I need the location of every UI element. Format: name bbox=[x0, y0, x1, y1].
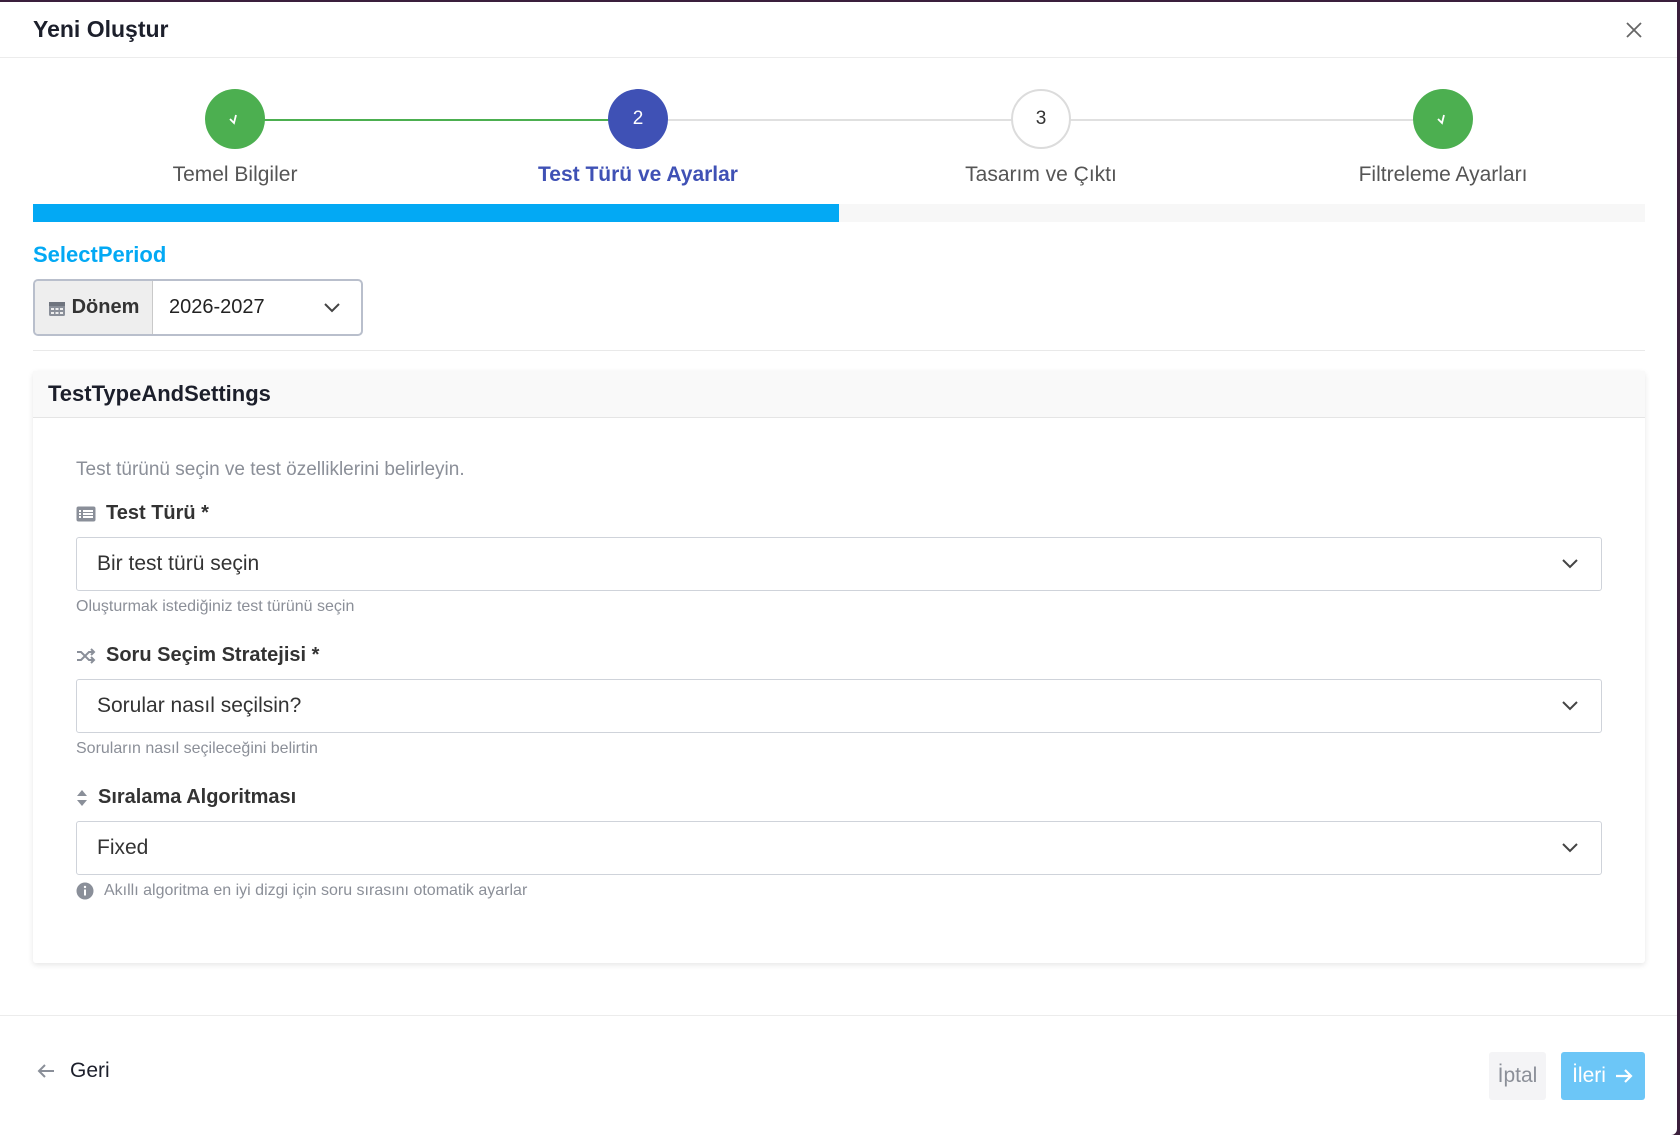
test-type-label-row: Test Türü * bbox=[76, 502, 1602, 525]
wizard-progress-fill bbox=[33, 204, 839, 222]
step-2-label: Test Türü ve Ayarlar bbox=[538, 163, 738, 186]
step-2[interactable]: 2 Test Türü ve Ayarlar bbox=[498, 89, 778, 187]
step-4-circle bbox=[1413, 89, 1473, 149]
sort-algorithm-help: Akıllı algoritma en iyi dizgi için soru … bbox=[104, 882, 528, 899]
period-addon-label: Dönem bbox=[71, 296, 140, 318]
step-1-circle bbox=[205, 89, 265, 149]
question-strategy-label-row: Soru Seçim Stratejisi * bbox=[76, 644, 1602, 667]
step-4-label: Filtreleme Ayarları bbox=[1358, 163, 1528, 186]
sort-algorithm-label-row: Sıralama Algoritması bbox=[76, 786, 1602, 809]
check-icon bbox=[1437, 114, 1445, 125]
section-divider bbox=[33, 350, 1645, 351]
back-button[interactable]: Geri bbox=[36, 1059, 110, 1083]
chevron-down-icon bbox=[1562, 559, 1578, 569]
period-section-title: SelectPeriod bbox=[33, 242, 167, 267]
test-type-field: Test Türü * Bir test türü seçin Oluşturm… bbox=[76, 502, 1602, 616]
card-title: TestTypeAndSettings bbox=[33, 371, 1645, 418]
cancel-button[interactable]: İptal bbox=[1489, 1052, 1546, 1100]
step-3-circle: 3 bbox=[1011, 89, 1071, 149]
step-2-circle: 2 bbox=[608, 89, 668, 149]
next-button-label: İleri bbox=[1572, 1064, 1606, 1087]
back-button-label: Geri bbox=[70, 1059, 110, 1082]
step-3-label: Tasarım ve Çıktı bbox=[965, 163, 1117, 186]
question-strategy-label: Soru Seçim Stratejisi * bbox=[106, 644, 320, 666]
close-icon bbox=[1626, 21, 1642, 38]
modal-header: Yeni Oluştur bbox=[0, 2, 1677, 58]
question-strategy-select[interactable]: Sorular nasıl seçilsin? bbox=[76, 679, 1602, 733]
test-type-label: Test Türü * bbox=[106, 502, 209, 524]
question-strategy-field: Soru Seçim Stratejisi * Sorular nasıl se… bbox=[76, 644, 1602, 758]
period-select-value: 2026-2027 bbox=[169, 296, 265, 318]
test-type-placeholder: Bir test türü seçin bbox=[97, 552, 260, 575]
stepper: Temel Bilgiler 2 Test Türü ve Ayarlar 3 … bbox=[33, 89, 1645, 199]
test-settings-card: TestTypeAndSettings Test türünü seçin ve… bbox=[33, 371, 1645, 963]
cancel-button-label: İptal bbox=[1497, 1064, 1538, 1087]
sort-algorithm-select[interactable]: Fixed bbox=[76, 821, 1602, 875]
question-strategy-placeholder: Sorular nasıl seçilsin? bbox=[97, 694, 302, 717]
footer-divider bbox=[0, 1015, 1677, 1016]
arrow-right-icon bbox=[1615, 1069, 1633, 1083]
modal-title: Yeni Oluştur bbox=[33, 16, 169, 42]
sort-algorithm-field: Sıralama Algoritması Fixed Akıllı algori… bbox=[76, 786, 1602, 900]
wizard-progress-bar bbox=[33, 204, 1645, 222]
calendar-icon bbox=[48, 301, 65, 316]
question-strategy-help: Soruların nasıl seçileceğini belirtin bbox=[76, 740, 318, 757]
list-icon bbox=[76, 506, 96, 521]
period-select[interactable]: 2026-2027 bbox=[153, 281, 361, 334]
arrow-left-icon bbox=[37, 1064, 54, 1078]
test-type-select[interactable]: Bir test türü seçin bbox=[76, 537, 1602, 591]
next-button[interactable]: İleri bbox=[1561, 1052, 1645, 1100]
sort-algorithm-value: Fixed bbox=[97, 836, 149, 859]
sort-algorithm-label: Sıralama Algoritması bbox=[98, 786, 297, 808]
chevron-down-icon bbox=[1562, 843, 1578, 853]
step-3[interactable]: 3 Tasarım ve Çıktı bbox=[901, 89, 1181, 187]
shuffle-icon bbox=[77, 647, 96, 664]
sort-algorithm-help-row: Akıllı algoritma en iyi dizgi için soru … bbox=[76, 882, 1602, 900]
info-icon bbox=[76, 882, 94, 900]
close-button[interactable] bbox=[1620, 16, 1648, 44]
card-intro: Test türünü seçin ve test özelliklerini … bbox=[76, 459, 465, 480]
test-type-help: Oluşturmak istediğiniz test türünü seçin bbox=[76, 598, 355, 615]
period-addon: Dönem bbox=[35, 281, 153, 334]
check-icon bbox=[229, 114, 237, 125]
chevron-down-icon bbox=[324, 302, 340, 312]
sort-icon bbox=[77, 789, 87, 806]
period-selector: Dönem 2026-2027 bbox=[33, 279, 363, 336]
chevron-down-icon bbox=[1562, 701, 1578, 711]
step-1[interactable]: Temel Bilgiler bbox=[95, 89, 375, 187]
step-4[interactable]: Filtreleme Ayarları bbox=[1303, 89, 1583, 187]
step-1-label: Temel Bilgiler bbox=[172, 163, 298, 186]
